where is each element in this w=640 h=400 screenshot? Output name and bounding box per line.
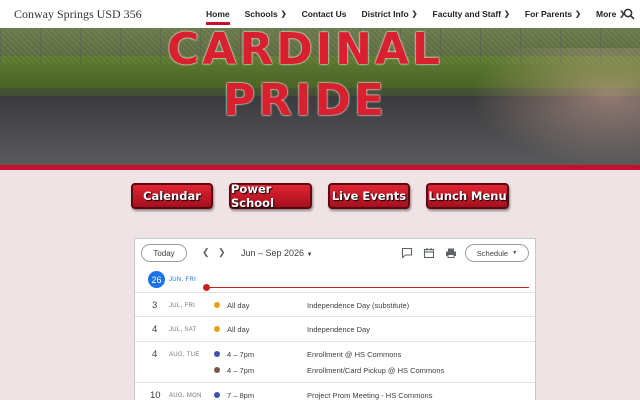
- day-row: 4 AUG, TUE 4 – 7pm Enrollment @ HS Commo…: [135, 341, 535, 382]
- day-label: AUG, TUE: [169, 352, 200, 358]
- event-color-dot: [214, 326, 220, 332]
- event-title[interactable]: Independence Day (substitute): [307, 301, 409, 310]
- chevron-left-icon[interactable]: ❮: [202, 247, 210, 258]
- today-date-badge[interactable]: 26: [148, 271, 165, 288]
- nav-home[interactable]: Home: [206, 0, 230, 28]
- nav-district-info-label: District Info: [361, 9, 409, 19]
- view-selector[interactable]: Schedule ▼: [465, 244, 529, 262]
- red-divider: [0, 165, 640, 170]
- day-number[interactable]: 10: [150, 390, 161, 400]
- chevron-right-icon[interactable]: ❯: [218, 247, 226, 258]
- event-color-dot: [214, 367, 220, 373]
- chevron-down-icon: ❯: [504, 11, 510, 18]
- nav-home-label: Home: [206, 9, 230, 19]
- chevron-down-icon: ❯: [411, 11, 418, 18]
- today-row: 26 JUN, FRI: [135, 269, 535, 291]
- event-title[interactable]: Independence Day: [307, 325, 370, 334]
- day-number[interactable]: 4: [152, 349, 157, 360]
- calendar-toolbar: Today ❮ ❯ Jun – Sep 2026 ▼ Schedule ▼: [135, 239, 535, 267]
- site-title[interactable]: Conway Springs USD 356: [14, 7, 142, 22]
- chevron-down-icon: ❯: [280, 11, 287, 18]
- hero-image: CARDINAL PRIDE: [0, 28, 640, 165]
- event-time[interactable]: 4 – 7pm: [227, 366, 254, 375]
- site-header: Conway Springs USD 356 Home Schools ❯ Con…: [0, 0, 640, 28]
- event-color-dot: [214, 302, 220, 308]
- live-events-button[interactable]: Live Events: [328, 183, 410, 209]
- nav-district-info[interactable]: District Info ❯: [361, 0, 417, 28]
- power-school-button[interactable]: Power School: [229, 182, 312, 210]
- caret-down-icon: ▼: [306, 252, 313, 258]
- day-label: JUL, FRI: [169, 303, 196, 309]
- event-title[interactable]: Enrollment/Card Pickup @ HS Commons: [307, 366, 444, 375]
- day-number[interactable]: 3: [152, 300, 157, 311]
- caret-down-icon: ▼: [512, 250, 518, 256]
- event-color-dot: [214, 392, 220, 398]
- lunch-menu-button[interactable]: Lunch Menu: [426, 183, 509, 209]
- current-time-dot: [203, 284, 210, 291]
- event-title[interactable]: Project Prom Meeting - HS Commons: [307, 391, 432, 400]
- nav-schools-label: Schools: [244, 9, 278, 19]
- event-time[interactable]: 4 – 7pm: [227, 350, 254, 359]
- event-time[interactable]: 7 – 8pm: [227, 391, 254, 400]
- main-nav: Home Schools ❯ Contact Us District Info ❯ …: [206, 0, 640, 28]
- nav-faculty-label: Faculty and Staff: [432, 9, 502, 19]
- nav-contact-us-label: Contact Us: [301, 9, 347, 19]
- print-icon[interactable]: [445, 247, 457, 259]
- date-range-label: Jun – Sep 2026: [241, 248, 305, 258]
- date-range-selector[interactable]: Jun – Sep 2026 ▼: [241, 248, 313, 258]
- day-row: 4 JUL, SAT All day Independence Day: [135, 316, 535, 341]
- day-row: 3 JUL, FRI All day Independence Day (sub…: [135, 292, 535, 316]
- hero-sun-glow: [470, 48, 640, 165]
- today-button[interactable]: Today: [141, 244, 187, 262]
- calendar-icon[interactable]: [423, 247, 435, 259]
- nav-contact-us[interactable]: Contact Us: [302, 0, 347, 28]
- nav-more-label: More: [596, 9, 617, 19]
- event-time[interactable]: All day: [227, 301, 250, 310]
- event-color-dot: [214, 351, 220, 357]
- nav-faculty-and-staff[interactable]: Faculty and Staff ❯: [433, 0, 510, 28]
- current-time-line: [207, 287, 529, 288]
- day-row: 10 AUG, MON 7 – 8pm Project Prom Meeting…: [135, 382, 535, 400]
- calendar-button[interactable]: Calendar: [131, 183, 213, 209]
- day-label: JUL, SAT: [169, 327, 197, 333]
- day-label: AUG, MON: [169, 393, 202, 399]
- view-label: Schedule: [476, 248, 509, 258]
- nav-for-parents[interactable]: For Parents ❯: [525, 0, 581, 28]
- event-title[interactable]: Enrollment @ HS Commons: [307, 350, 401, 359]
- nav-schools[interactable]: Schools ❯: [245, 0, 287, 28]
- search-icon[interactable]: [623, 8, 635, 20]
- chevron-down-icon: ❯: [575, 11, 582, 18]
- nav-more[interactable]: More ❯: [596, 0, 625, 28]
- hero-sign: CARDINAL PRIDE: [166, 28, 444, 126]
- event-time[interactable]: All day: [227, 325, 250, 334]
- today-date-label: JUN, FRI: [169, 277, 197, 283]
- nav-for-parents-label: For Parents: [524, 9, 573, 19]
- feedback-icon[interactable]: [401, 247, 413, 259]
- embedded-calendar: Today ❮ ❯ Jun – Sep 2026 ▼ Schedule ▼ 26…: [134, 238, 536, 400]
- day-number[interactable]: 4: [152, 324, 157, 335]
